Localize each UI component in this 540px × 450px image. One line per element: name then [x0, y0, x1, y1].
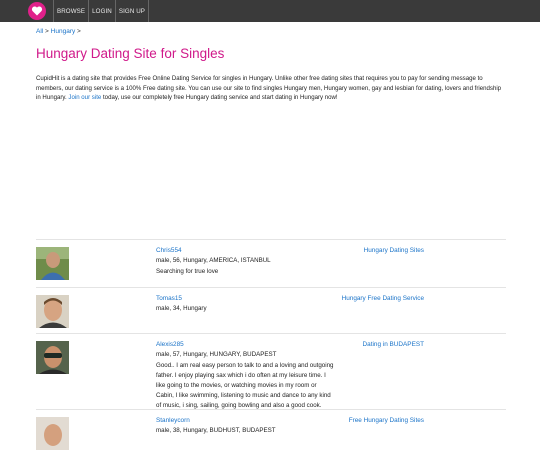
profile-photo[interactable]	[36, 341, 69, 374]
category-link[interactable]: Free Hungary Dating Sites	[349, 417, 424, 424]
profile-name-link[interactable]: Stanleycorn	[156, 417, 190, 424]
main-nav: BROWSE LOGIN SIGN UP	[53, 0, 150, 22]
category-link[interactable]: Hungary Dating Sites	[364, 247, 424, 254]
top-navbar: BROWSE LOGIN SIGN UP	[0, 0, 540, 22]
breadcrumb-separator: >	[45, 28, 49, 35]
profile-name-link[interactable]: Alexis285	[156, 341, 184, 348]
profile-photo[interactable]	[36, 417, 69, 450]
category-link[interactable]: Dating in BUDAPEST	[363, 341, 424, 348]
heart-logo-icon[interactable]	[28, 2, 46, 20]
profile-meta: male, 34, Hungary	[156, 305, 207, 312]
intro-paragraph: CupidHit is a dating site that provides …	[36, 74, 506, 103]
category-link[interactable]: Hungary Free Dating Service	[342, 295, 424, 302]
profile-description: Searching for true love	[156, 268, 219, 275]
breadcrumb: All > Hungary >	[36, 28, 81, 35]
breadcrumb-hungary-link[interactable]: Hungary	[51, 28, 76, 35]
page-title: Hungary Dating Site for Singles	[36, 46, 225, 61]
join-site-link[interactable]: Join our site	[68, 94, 101, 101]
breadcrumb-separator: >	[77, 28, 81, 35]
profile-meta: male, 57, Hungary, HUNGARY, BUDAPEST	[156, 351, 277, 358]
intro-text-end: today, use our completely free Hungary d…	[102, 94, 338, 102]
profile-listing: Alexis285 Dating in BUDAPEST male, 57, H…	[36, 333, 506, 410]
nav-browse[interactable]: BROWSE	[53, 0, 88, 22]
profile-listing: Tomas15 Hungary Free Dating Service male…	[36, 287, 506, 334]
nav-login[interactable]: LOGIN	[88, 0, 115, 22]
profile-name-link[interactable]: Tomas15	[156, 295, 182, 302]
profile-meta: male, 56, Hungary, AMERICA, ISTANBUL	[156, 257, 271, 264]
profile-listing: Stanleycorn Free Hungary Dating Sites ma…	[36, 409, 506, 450]
profile-photo[interactable]	[36, 247, 69, 280]
profile-listing: Chris554 Hungary Dating Sites male, 56, …	[36, 239, 506, 288]
profile-name-link[interactable]: Chris554	[156, 247, 182, 254]
profile-description: Good.. I am real easy person to talk to …	[156, 362, 334, 409]
nav-signup[interactable]: SIGN UP	[114, 0, 150, 22]
breadcrumb-all-link[interactable]: All	[36, 28, 43, 35]
profile-meta: male, 38, Hungary, BUDHUST, BUDAPEST	[156, 427, 276, 434]
profile-photo[interactable]	[36, 295, 69, 328]
